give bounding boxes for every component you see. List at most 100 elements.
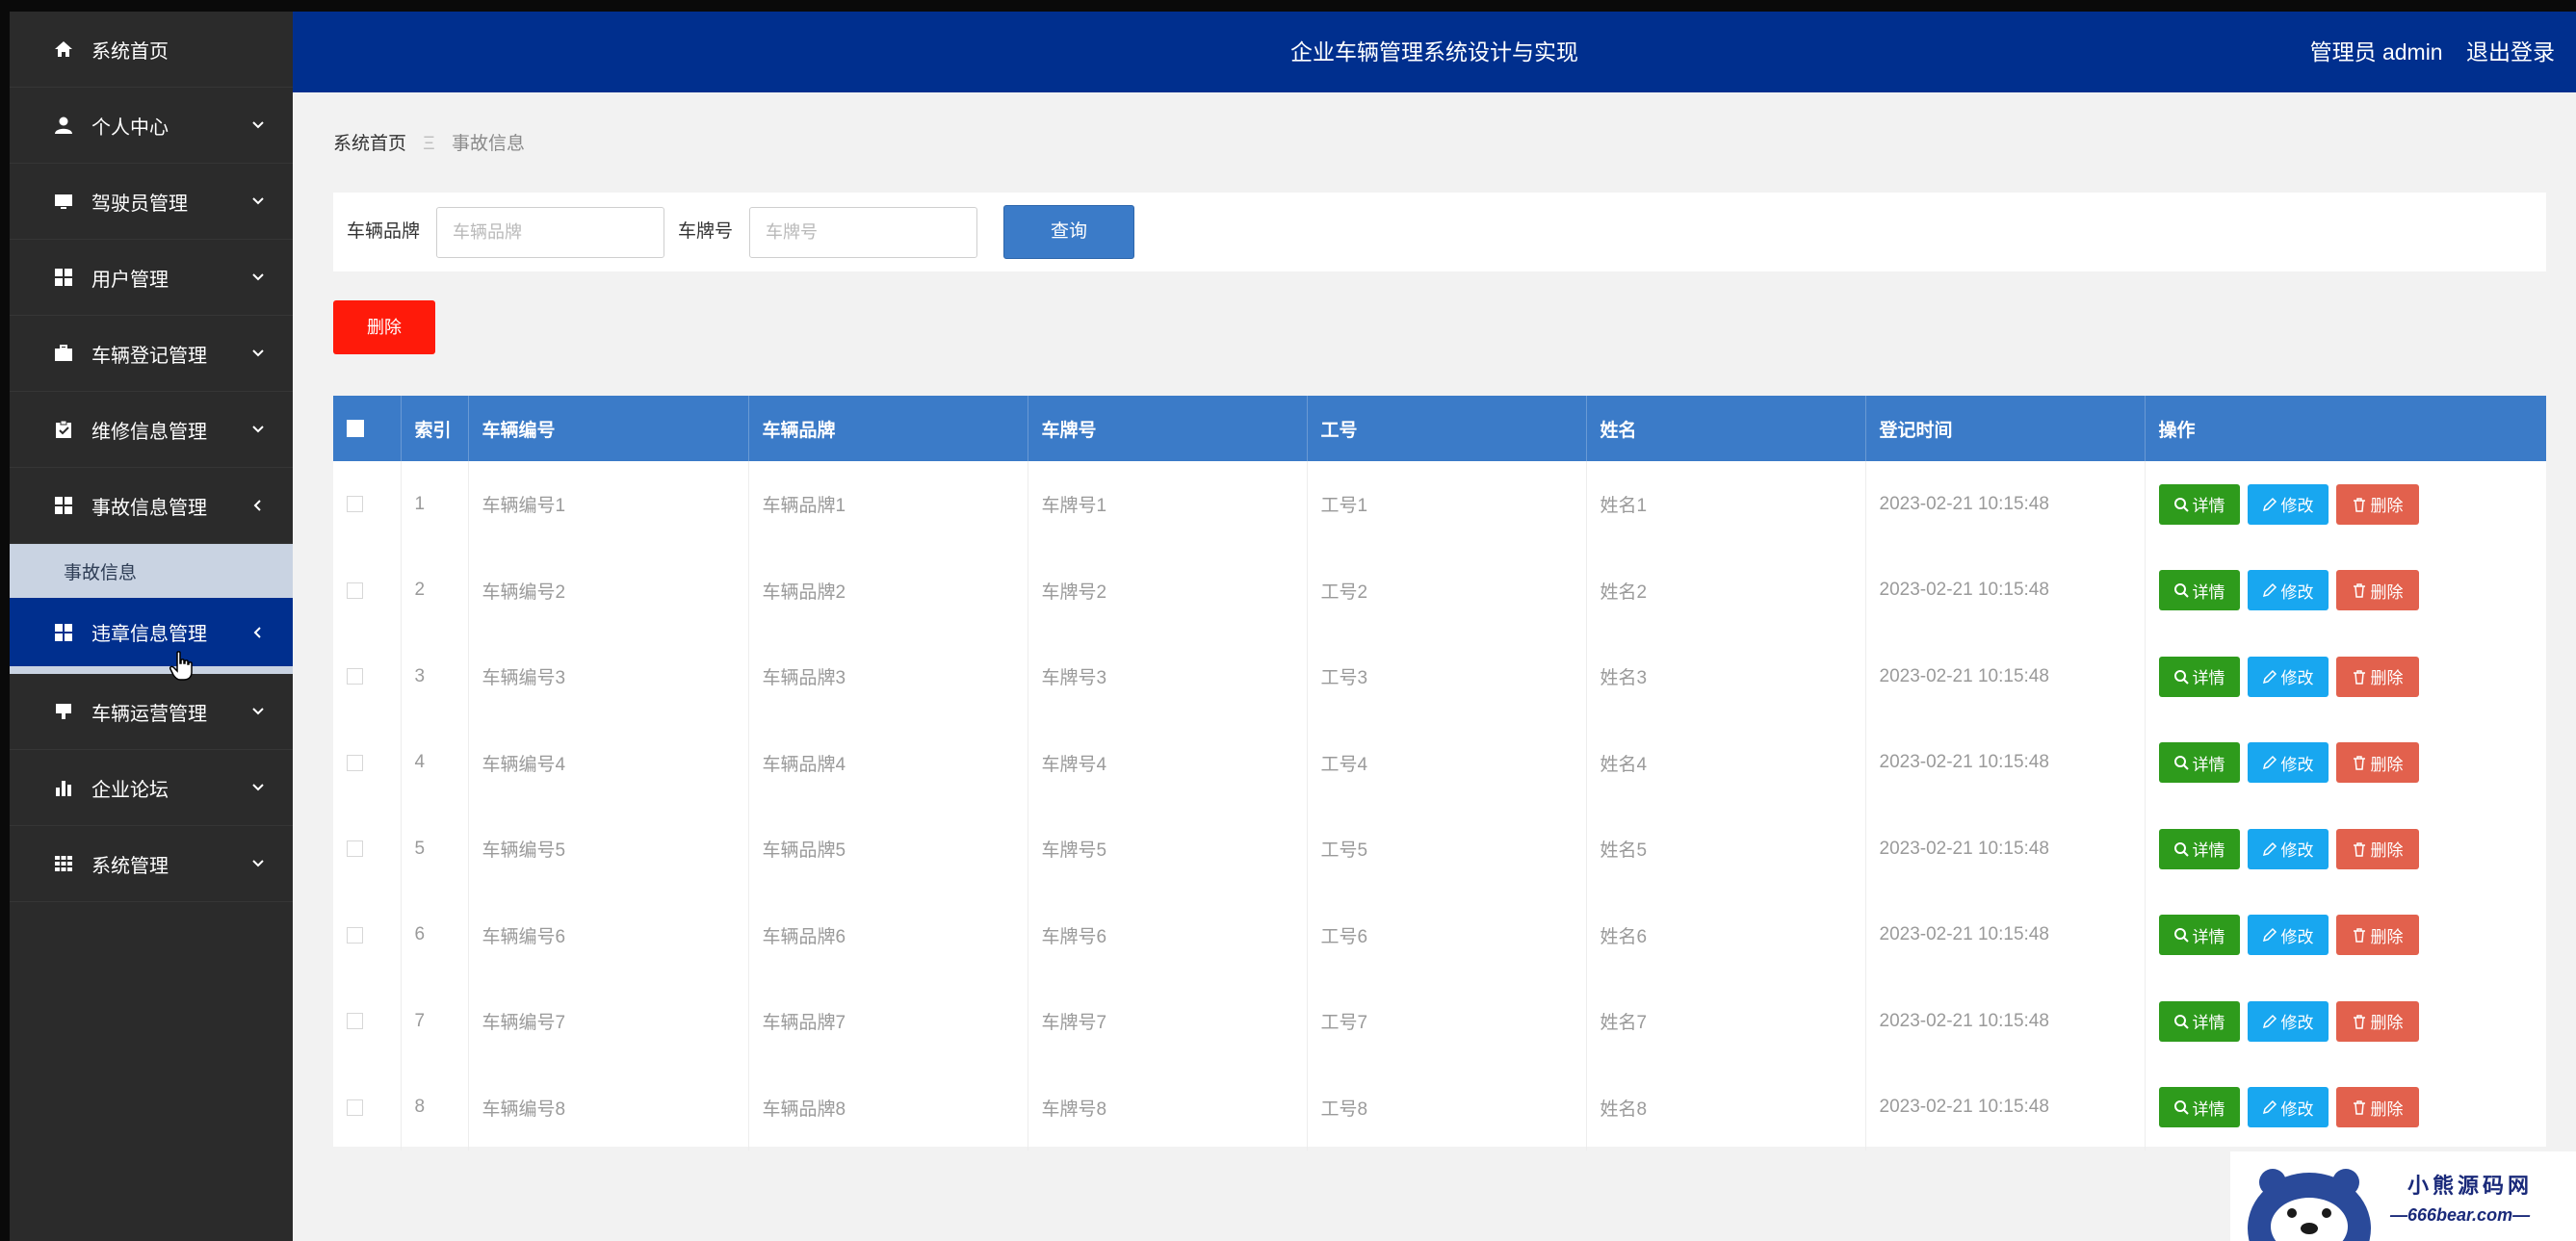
actions-cell: 详情 修改 删除: [2145, 1065, 2546, 1151]
row-checkbox[interactable]: [347, 1099, 363, 1116]
table-row: 6 车辆编号6 车辆品牌6 车牌号6 工号6 姓名6 2023-02-21 10:15:48…: [333, 892, 2546, 978]
sidebar-item-system[interactable]: 系统管理: [10, 826, 293, 902]
delete-button[interactable]: 删除: [2335, 1000, 2419, 1042]
plate-input[interactable]: [749, 207, 977, 258]
chevron-down-icon: [252, 708, 264, 715]
row-checkbox[interactable]: [347, 840, 363, 858]
edit-button[interactable]: 修改: [2247, 656, 2329, 697]
column-header: 操作: [2158, 420, 2196, 441]
job-no-cell: 工号1: [1307, 461, 1587, 548]
sidebar-item-maintenance[interactable]: 维修信息管理: [10, 392, 293, 468]
edit-button[interactable]: 修改: [2247, 570, 2329, 611]
cup-icon: [53, 701, 74, 722]
vehicle-no-cell: 车辆编号3: [468, 633, 749, 720]
detail-button[interactable]: 详情: [2158, 483, 2240, 525]
plate-cell: 车牌号5: [1028, 806, 1308, 892]
detail-button[interactable]: 详情: [2158, 1087, 2240, 1128]
search-icon: [2173, 1100, 2189, 1115]
sidebar-item-accidents[interactable]: 事故信息管理: [10, 468, 293, 544]
table-row: 8 车辆编号8 车辆品牌8 车牌号8 工号8 姓名8 2023-02-21 10:15:48…: [333, 1064, 2546, 1151]
sidebar-item-users[interactable]: 用户管理: [10, 240, 293, 316]
sidebar-item-forum[interactable]: 企业论坛: [10, 750, 293, 826]
detail-label: 详情: [2192, 497, 2225, 516]
row-checkbox[interactable]: [347, 668, 363, 685]
row-checkbox[interactable]: [347, 496, 363, 513]
submenu-item-label: 事故信息: [64, 562, 138, 583]
time-cell: 2023-02-21 10:15:48: [1865, 892, 2146, 978]
sidebar-item-operations[interactable]: 车辆运营管理: [10, 674, 293, 750]
search-icon: [2173, 756, 2189, 770]
clipboard-icon: [53, 419, 74, 440]
pencil-icon: [2262, 928, 2277, 943]
delete-label: 删除: [2370, 669, 2404, 688]
select-all-checkbox[interactable]: [347, 419, 364, 437]
table-icon: [53, 853, 74, 874]
brand-cell: 车辆品牌3: [748, 633, 1028, 720]
trash-icon: [2353, 1015, 2365, 1029]
row-select-cell: [333, 892, 402, 978]
logout-link[interactable]: 退出登录: [2466, 39, 2555, 65]
actions-cell: 详情 修改 删除: [2145, 548, 2546, 634]
delete-button[interactable]: 删除: [2335, 483, 2419, 525]
edit-button[interactable]: 修改: [2247, 1087, 2329, 1128]
detail-label: 详情: [2192, 927, 2225, 946]
breadcrumb-home[interactable]: 系统首页: [333, 134, 406, 154]
brand-input[interactable]: [436, 207, 664, 258]
row-select-cell: [333, 461, 402, 548]
chevron-down-icon: [252, 121, 264, 129]
detail-button[interactable]: 详情: [2158, 915, 2240, 956]
trash-icon: [2353, 670, 2365, 685]
delete-label: 删除: [2370, 1014, 2404, 1033]
column-header: 姓名: [1586, 396, 1866, 461]
search-icon: [2173, 497, 2189, 512]
grid-icon: [53, 267, 74, 288]
actions-cell: 详情 修改 删除: [2145, 461, 2546, 548]
bar-chart-icon: [53, 777, 74, 798]
detail-button[interactable]: 详情: [2158, 656, 2240, 697]
delete-button[interactable]: 删除: [2335, 656, 2419, 697]
detail-button[interactable]: 详情: [2158, 828, 2240, 869]
column-header: 车辆品牌: [748, 396, 1028, 461]
query-button[interactable]: 查询: [1003, 205, 1134, 259]
chevron-left-icon: [253, 500, 261, 511]
edit-button[interactable]: 修改: [2247, 742, 2329, 784]
delete-button[interactable]: 删除: [2335, 742, 2419, 784]
sidebar-item-vehicle-registration[interactable]: 车辆登记管理: [10, 316, 293, 392]
monitor-icon: [53, 191, 74, 212]
sidebar-item-violations[interactable]: 违章信息管理: [10, 598, 293, 674]
delete-button[interactable]: 删除: [2335, 570, 2419, 611]
edit-button[interactable]: 修改: [2247, 483, 2329, 525]
watermark-logo: 小熊源码网 —666bear.com—: [2230, 1151, 2576, 1241]
sidebar-item-personal[interactable]: 个人中心: [10, 88, 293, 164]
sidebar-item-home[interactable]: 系统首页: [10, 12, 293, 88]
edit-button[interactable]: 修改: [2247, 915, 2329, 956]
time-cell: 2023-02-21 10:15:48: [1865, 978, 2146, 1065]
delete-button[interactable]: 删除: [2335, 828, 2419, 869]
column-header: 车牌号: [1028, 396, 1308, 461]
row-checkbox[interactable]: [347, 926, 363, 944]
submenu-item-accident-info[interactable]: 事故信息: [10, 544, 293, 598]
edit-button[interactable]: 修改: [2247, 828, 2329, 869]
row-checkbox[interactable]: [347, 582, 363, 599]
pencil-icon: [2262, 669, 2277, 684]
actions-cell: 详情 修改 删除: [2145, 806, 2546, 892]
grid-icon: [53, 495, 74, 516]
chevron-down-icon: [252, 860, 264, 867]
name-cell: 姓名7: [1586, 978, 1866, 1065]
row-checkbox[interactable]: [347, 1013, 363, 1030]
time-cell: 2023-02-21 10:15:48: [1865, 806, 2146, 892]
row-checkbox[interactable]: [347, 754, 363, 771]
detail-button[interactable]: 详情: [2158, 1000, 2240, 1042]
delete-button[interactable]: 删除: [2335, 1087, 2419, 1128]
sidebar-item-drivers[interactable]: 驾驶员管理: [10, 164, 293, 240]
detail-button[interactable]: 详情: [2158, 742, 2240, 784]
detail-label: 详情: [2192, 669, 2225, 688]
time-cell: 2023-02-21 10:15:48: [1865, 633, 2146, 720]
batch-delete-button[interactable]: 删除: [333, 300, 435, 354]
index-cell: 3: [401, 633, 469, 720]
chevron-left-icon: [253, 626, 261, 638]
row-select-cell: [333, 633, 402, 720]
detail-button[interactable]: 详情: [2158, 570, 2240, 611]
edit-button[interactable]: 修改: [2247, 1000, 2329, 1042]
delete-button[interactable]: 删除: [2335, 915, 2419, 956]
